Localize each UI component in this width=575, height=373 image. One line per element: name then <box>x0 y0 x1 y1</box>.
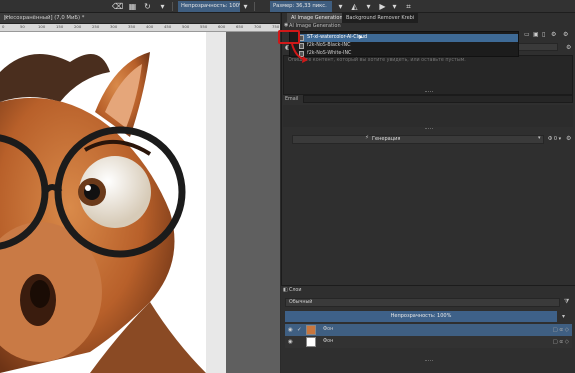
prompt-placeholder: Опишите контент, который вы хотите увиде… <box>288 58 466 63</box>
lock-icon[interactable]: ▢ α ◇ <box>552 336 569 348</box>
queue-counter[interactable]: Ф 0 ▾ <box>548 136 561 142</box>
highlight-box <box>278 30 300 44</box>
resize-grip[interactable] <box>425 360 433 362</box>
negative-prompt-area[interactable] <box>283 105 573 127</box>
ruler-tick-label: 0 <box>2 24 5 29</box>
horse-illustration <box>0 52 206 373</box>
ruler-tick-label: 150 <box>56 24 64 29</box>
layer-name: Фон <box>323 327 334 332</box>
ruler-tick-label: 700 <box>254 24 262 29</box>
resize-grip[interactable] <box>425 128 433 130</box>
plugin-logo-icon: ◉ <box>284 22 289 28</box>
canvas-background <box>226 32 280 373</box>
canvas-area[interactable] <box>0 32 280 373</box>
chevron-down-icon[interactable]: ▾ <box>158 2 167 11</box>
ruler-tick-label: 450 <box>164 24 172 29</box>
ruler-tick-label: 400 <box>146 24 154 29</box>
document-tab[interactable]: [Несохранённый] (7,0 МиБ) * × <box>0 13 280 24</box>
canvas-border <box>206 32 226 373</box>
chevron-down-icon[interactable]: ▾ <box>364 2 373 11</box>
settings-icon[interactable]: ⚙ <box>551 31 556 39</box>
checkmark-icon[interactable]: ✓ <box>297 324 302 336</box>
tool-options-bar: ⌫ ▦ ↻ ▾ Непрозрачность: 100% ▾ Размер: 3… <box>0 0 575 13</box>
email-label: Email <box>285 97 299 102</box>
play-icon[interactable]: ▶ <box>378 2 387 11</box>
ruler-tick-label: 750 <box>272 24 280 29</box>
dropdown-option[interactable]: f2k-NoS-Black-INC <box>298 42 518 50</box>
toolbar-divider <box>254 2 255 11</box>
app-window: ⌫ ▦ ↻ ▾ Непрозрачность: 100% ▾ Размер: 3… <box>0 0 575 373</box>
email-field[interactable] <box>303 95 573 103</box>
reset-icon[interactable]: ↻ <box>143 2 152 11</box>
ruler-tick-label: 550 <box>200 24 208 29</box>
tab-ai-image-generation[interactable]: AI Image Generation <box>287 13 347 23</box>
settings-icon[interactable]: ⚙ <box>566 44 571 51</box>
ruler-tick-label: 250 <box>92 24 100 29</box>
dropdown-option-label: f2k-NoS-White-INC <box>307 51 352 56</box>
filter-icon[interactable]: ⧩ <box>564 298 569 306</box>
plugin-title: AI Image Generation <box>289 23 341 29</box>
ruler-tick-label: 200 <box>74 24 82 29</box>
chevron-down-icon[interactable]: ▾ <box>562 313 565 320</box>
document-title: [Несохранённый] (7,0 МиБ) * <box>4 15 85 21</box>
ruler-tick-label: 600 <box>218 24 226 29</box>
eraser-icon[interactable]: ⌫ <box>112 2 123 11</box>
blend-mode-select[interactable]: Обычный <box>285 298 560 307</box>
ruler-tick-label: 650 <box>236 24 244 29</box>
layer-name: Фон <box>323 339 334 344</box>
crop-icon[interactable]: ⌗ <box>404 2 413 11</box>
horizontal-ruler: 0 50 100 150 200 250 300 350 400 450 500 550 600 650 7… <box>0 24 280 32</box>
generate-button[interactable] <box>292 135 544 144</box>
ruler-tick-label: 500 <box>182 24 190 29</box>
file-icon <box>299 51 304 57</box>
workflow-dropdown[interactable]: ST-xl-watercolor-AI-Cloud f2k-NoS-Black-… <box>289 31 519 57</box>
tab-background-remover[interactable]: Background Remover Krebi <box>342 13 419 23</box>
layers-title: Слои <box>289 288 302 293</box>
eye-icon[interactable]: ◉ <box>288 324 293 336</box>
delete-icon[interactable]: ▯ <box>542 31 545 39</box>
file-icon <box>299 43 304 49</box>
layer-thumbnail <box>306 337 316 347</box>
close-icon[interactable]: × <box>4 15 8 21</box>
ruler-tick-label: 100 <box>38 24 46 29</box>
pattern-icon[interactable]: ▦ <box>128 2 137 11</box>
layer-opacity-slider[interactable]: Непрозрачность: 100% <box>285 311 557 322</box>
layer-row[interactable]: ◉ ✓ Фон ▢ α ◇ <box>285 324 572 336</box>
chevron-down-icon[interactable]: ▾ <box>390 2 399 11</box>
dropdown-option[interactable]: ST-xl-watercolor-AI-Cloud <box>298 34 518 42</box>
settings-icon[interactable]: ⚙ <box>566 135 571 142</box>
mirror-icon[interactable]: ◭ <box>350 2 359 11</box>
chevron-down-icon[interactable]: ▾ <box>241 2 250 11</box>
ruler-tick-label: 300 <box>110 24 118 29</box>
brush-size-slider[interactable]: Размер: 36,33 пикс. <box>270 1 332 12</box>
layers-icon: ◧ <box>283 287 288 293</box>
layer-row[interactable]: ◉ Фон ▢ α ◇ <box>285 336 572 348</box>
ruler-tick-label: 350 <box>128 24 136 29</box>
resize-grip[interactable] <box>425 91 433 93</box>
canvas-image[interactable] <box>0 32 206 373</box>
chevron-down-icon[interactable]: ▾ <box>336 2 345 11</box>
mouse-cursor-icon: ➤ <box>358 34 364 41</box>
dropdown-option-label: f2k-NoS-Black-INC <box>307 43 351 48</box>
folder-icon[interactable]: ▭ <box>524 31 530 39</box>
toolbar-divider <box>172 2 173 11</box>
chevron-down-icon[interactable]: ▾ <box>538 135 541 141</box>
opacity-slider[interactable]: Непрозрачность: 100% <box>178 1 240 12</box>
eye-icon[interactable]: ◉ <box>288 336 293 348</box>
ruler-tick-label: 50 <box>20 24 25 29</box>
gear-icon[interactable]: ⚙ <box>563 31 568 39</box>
lock-icon[interactable]: ▢ α ◇ <box>552 324 569 336</box>
save-icon[interactable]: ▣ <box>533 31 539 39</box>
generate-icon: ⚡ <box>365 135 369 141</box>
layer-thumbnail <box>306 325 316 335</box>
generate-label: Генерация <box>372 136 401 142</box>
dropdown-option[interactable]: f2k-NoS-White-INC <box>298 50 518 58</box>
